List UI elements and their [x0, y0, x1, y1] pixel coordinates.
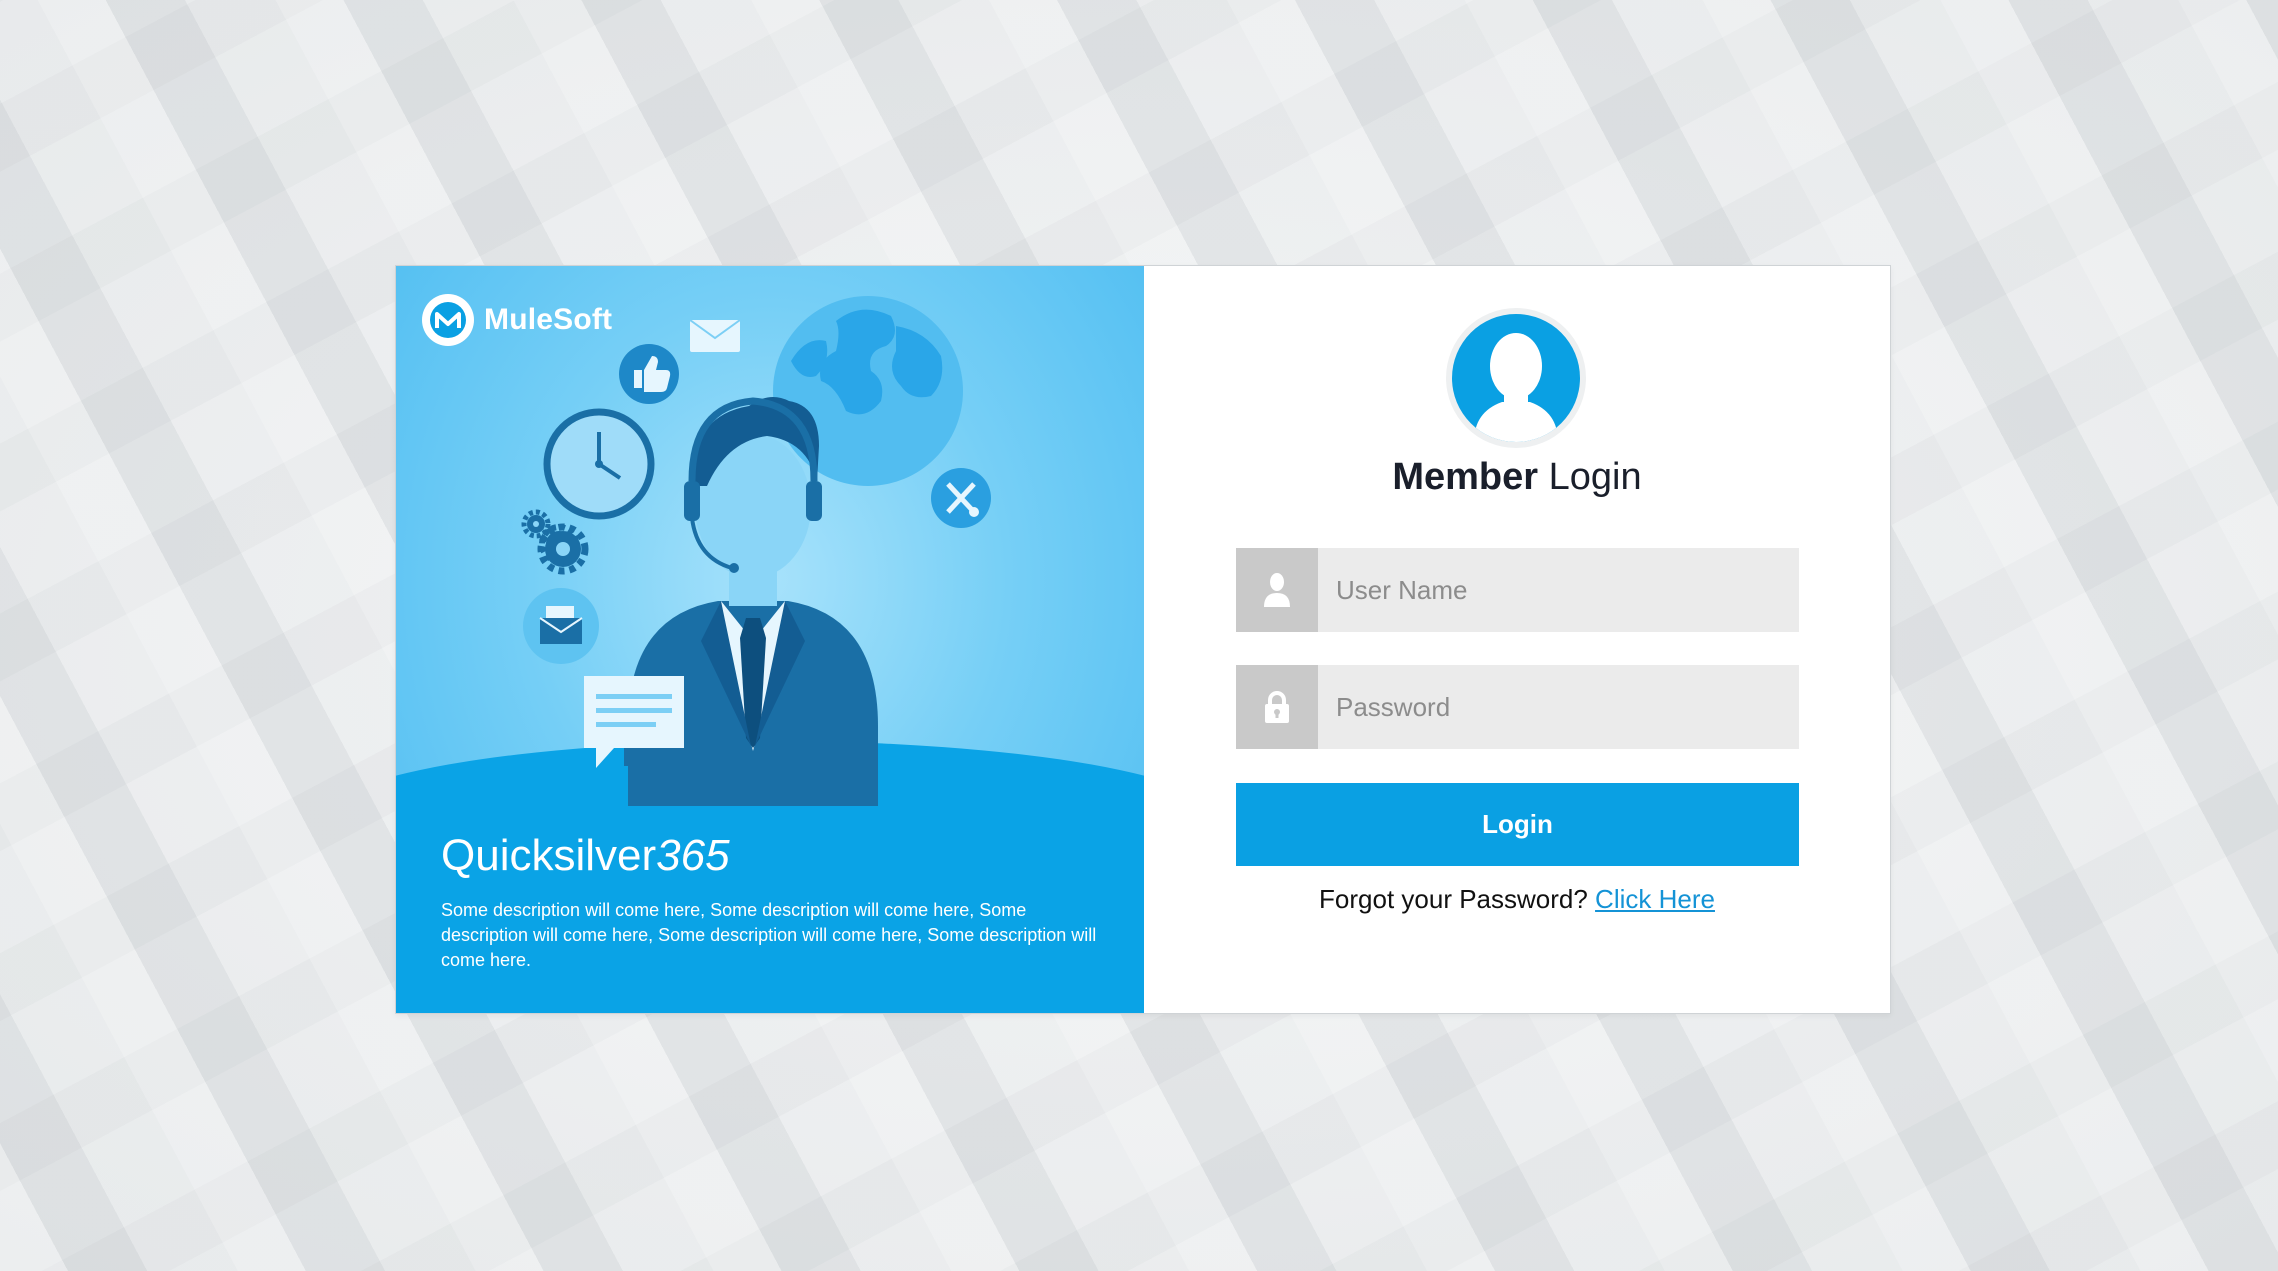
login-button[interactable]: Login — [1236, 783, 1799, 866]
support-agent-illustration — [521, 296, 991, 806]
gear-icon-main — [521, 509, 589, 575]
mail-icon — [689, 319, 741, 352]
login-panel: Member Login Login Forgo — [1144, 266, 1890, 1013]
product-description: Some description will come here, Some de… — [441, 900, 1097, 970]
username-input[interactable] — [1318, 548, 1799, 632]
login-card: MuleSoft Quicksilver365 Some description… — [395, 265, 1891, 1014]
user-avatar-icon — [1452, 314, 1580, 442]
user-icon — [1236, 548, 1318, 632]
password-field — [1236, 665, 1799, 749]
mulesoft-logo-icon — [422, 294, 474, 346]
clock-icon — [543, 408, 655, 520]
product-title-main: Quicksilver — [441, 831, 657, 880]
tools-icon — [931, 468, 991, 528]
password-input[interactable] — [1318, 665, 1799, 749]
lock-icon — [1236, 665, 1318, 749]
forgot-password-link[interactable]: Click Here — [1595, 884, 1715, 914]
product-title: Quicksilver365 — [441, 831, 730, 881]
avatar — [1446, 308, 1586, 448]
login-heading-rest: Login — [1538, 456, 1642, 498]
username-field — [1236, 548, 1799, 632]
newsletter-icon — [523, 588, 599, 664]
thumbs-up-icon — [619, 344, 679, 404]
promo-panel: MuleSoft Quicksilver365 Some description… — [396, 266, 1144, 1013]
login-heading: Member Login — [1144, 456, 1890, 499]
product-title-number: 365 — [656, 831, 730, 880]
forgot-password-text: Forgot your Password? — [1319, 884, 1596, 914]
login-heading-strong: Member — [1392, 456, 1539, 498]
logo-text: MuleSoft — [484, 303, 613, 336]
forgot-password: Forgot your Password? Click Here — [1144, 884, 1890, 915]
mulesoft-logo: MuleSoft — [422, 294, 612, 346]
globe-icon — [773, 296, 963, 486]
